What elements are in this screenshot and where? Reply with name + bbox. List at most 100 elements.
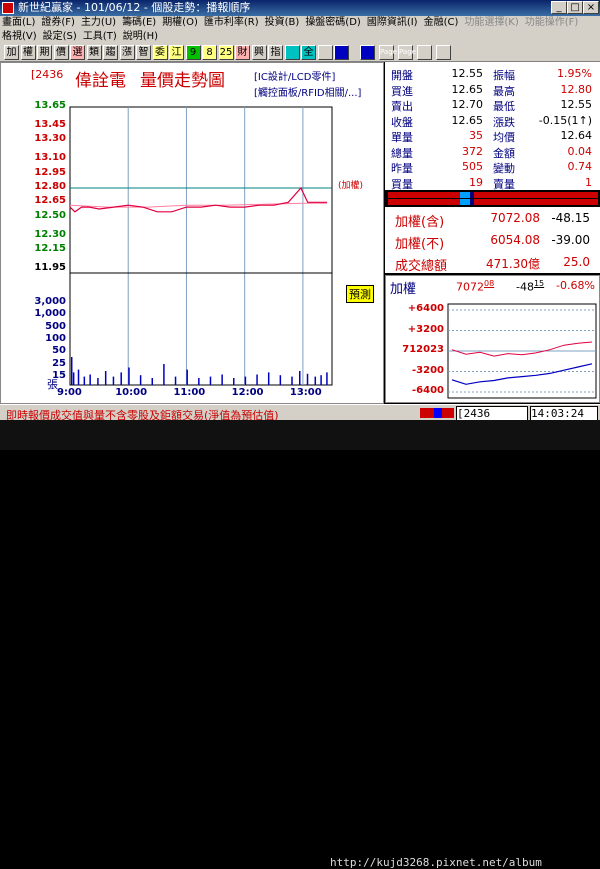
quote-label: 均價: [493, 131, 515, 144]
volume-bar: [174, 376, 177, 385]
volume-bar: [89, 374, 91, 385]
quote-label: 收盤: [391, 115, 413, 129]
close-button[interactable]: ×: [583, 1, 599, 14]
quote-row: 買量 19 賣量 1: [385, 176, 600, 191]
maximize-button[interactable]: □: [567, 1, 583, 14]
menu-item[interactable]: 金融(C): [422, 16, 463, 30]
toolbar-button[interactable]: 價: [53, 45, 69, 60]
volume-bar: [198, 378, 200, 385]
volume-bar: [97, 378, 99, 385]
toolbar-button[interactable]: Page: [379, 45, 397, 60]
time-tick-label: 13:00: [289, 387, 322, 398]
toolbar-button[interactable]: 期: [37, 45, 52, 60]
quote-value: 12.80: [560, 82, 593, 96]
volume-bar: [151, 378, 154, 385]
menu-item[interactable]: 匯市利率(R): [202, 16, 263, 30]
toolbar-button[interactable]: 25: [218, 45, 234, 60]
volume-bar: [186, 369, 188, 385]
taskbar: http://kujd3268.pixnet.net/album: [0, 420, 600, 869]
menu-item[interactable]: 格視(V): [0, 30, 41, 44]
quote-value: 1: [585, 175, 592, 189]
quote-row: 開盤 12.55 振幅 1.95%: [385, 67, 600, 82]
price-tick-label: 12.65: [34, 195, 66, 207]
toolbar-button[interactable]: 委: [152, 45, 168, 60]
toolbar-button[interactable]: 權: [20, 45, 36, 60]
volume-bar: [139, 375, 142, 385]
index-row: 加權(不) 6054.08 -39.00: [385, 231, 600, 252]
minimize-button[interactable]: _: [551, 1, 567, 14]
menu-item[interactable]: 投資(B): [263, 16, 304, 30]
menu-item[interactable]: 說明(H): [121, 30, 162, 44]
quote-label: 賣出: [391, 100, 413, 113]
toolbar-button[interactable]: 全: [301, 45, 316, 60]
app-icon: [2, 2, 14, 14]
toolbar-button[interactable]: 類: [86, 45, 102, 60]
toolbar-button[interactable]: 指: [268, 45, 283, 60]
toolbar-button[interactable]: 財: [235, 45, 250, 60]
volume-bar: [320, 375, 322, 385]
toolbar-button[interactable]: 興: [251, 45, 267, 60]
toolbar-button[interactable]: [284, 45, 300, 60]
quote-value: 35: [469, 129, 483, 142]
menu-item[interactable]: 工具(T): [81, 30, 121, 44]
quote-value: 505: [462, 160, 483, 173]
price-tick-label: 12.95: [34, 166, 66, 178]
toolbar-button[interactable]: [436, 45, 451, 60]
toolbar-button[interactable]: 江: [169, 45, 184, 60]
toolbar-button[interactable]: 9: [185, 45, 201, 60]
toolbar-button[interactable]: Page: [398, 45, 416, 60]
menu-item[interactable]: 期權(O): [160, 16, 202, 30]
mini-index-value-dec: 08: [484, 279, 495, 288]
toolbar-button[interactable]: [417, 45, 432, 60]
chart-title: 量價走勢圖: [140, 71, 225, 91]
toolbar-button[interactable]: 加: [4, 45, 19, 60]
menu-item[interactable]: 設定(S): [41, 30, 81, 44]
window-title: 新世紀贏家 - 101/06/12 - 個股走勢：播報順序: [18, 1, 251, 14]
menu-item[interactable]: 國際資訊(I): [365, 16, 422, 30]
menu-item[interactable]: 功能選擇(K): [462, 16, 522, 30]
index-value: 6054.08: [490, 233, 540, 247]
toolbar-button[interactable]: 8: [202, 45, 217, 60]
volume-bar: [128, 367, 130, 385]
toolbar-button[interactable]: 智: [136, 45, 151, 60]
index-row: 成交總額 471.30億 25.0: [385, 253, 600, 274]
index-change: -39.00: [551, 233, 590, 247]
menu-item[interactable]: 證券(F): [39, 16, 79, 30]
index-change: -48.15: [551, 211, 590, 225]
price-tick-label: 11.95: [34, 262, 66, 273]
toolbar-button[interactable]: 趨: [103, 45, 118, 60]
quote-value: 12.55: [451, 67, 484, 80]
toolbar-button[interactable]: [334, 45, 349, 60]
quote-value: -0.15(1↑): [538, 113, 592, 127]
volume-bar: [279, 375, 282, 385]
quote-label: 總量: [391, 146, 413, 160]
menu-item[interactable]: 操盤密碼(D): [303, 16, 365, 30]
menu-item[interactable]: 功能操作(F): [523, 16, 583, 30]
status-stock-code[interactable]: [2436: [456, 406, 528, 421]
quote-row: 賣出 12.70 最低 12.55: [385, 98, 600, 113]
industry-tag-1[interactable]: [IC設計/LCD零件]: [254, 68, 335, 83]
quote-row: 買進 12.65 最高 12.80: [385, 83, 600, 98]
estimate-tag[interactable]: 預測: [346, 285, 374, 303]
window-title-bar: 新世紀贏家 - 101/06/12 - 個股走勢：播報順序 _ □ ×: [0, 0, 600, 16]
volume-bar: [314, 376, 317, 385]
quote-row: 單量 35 均價 12.64: [385, 129, 600, 144]
toolbar-button[interactable]: 選: [70, 45, 85, 60]
bar-divider: [388, 198, 598, 199]
toolbar-button[interactable]: [360, 45, 375, 60]
time-tick-label: 12:00: [231, 387, 264, 398]
industry-tag-2[interactable]: [觸控面板/RFID相關/...]: [254, 84, 361, 99]
menu-item[interactable]: 主力(U): [79, 16, 120, 30]
menu-item[interactable]: 畫面(L): [0, 16, 39, 30]
index-label: 成交總額: [395, 259, 448, 274]
toolbar-button[interactable]: 漲: [119, 45, 135, 60]
volume-bar: [70, 357, 73, 385]
mini-index-label: 加權: [390, 282, 417, 297]
index-overlay-label: (加權): [338, 181, 364, 191]
toolbar-button[interactable]: [317, 45, 333, 60]
volume-tick-label: 15: [52, 370, 66, 381]
quote-value: 12.64: [560, 129, 593, 142]
menu-item[interactable]: 籌碼(E): [120, 16, 160, 30]
status-bar: 即時報價成交值與量不含零股及鉅額交易(淨值為預估值) [2436 14:03:2…: [0, 404, 600, 422]
quote-row: 收盤 12.65 漲跌 -0.15(1↑): [385, 114, 600, 129]
